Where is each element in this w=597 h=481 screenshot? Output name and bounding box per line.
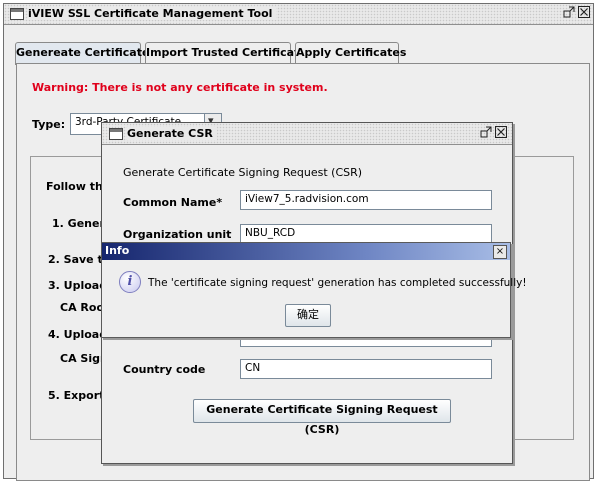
info-dialog-title: Info — [105, 244, 130, 257]
close-icon[interactable] — [577, 6, 591, 20]
restore-icon[interactable] — [562, 6, 576, 20]
info-message: The 'certificate signing request' genera… — [148, 277, 527, 289]
ok-button[interactable]: 确定 — [285, 304, 331, 327]
window-app-icon — [10, 8, 24, 20]
common-name-label: Common Name* — [123, 196, 223, 209]
generate-csr-button[interactable]: Generate Certificate Signing Request (CS… — [193, 399, 451, 436]
organization-unit-label: Organization unit — [123, 228, 232, 241]
type-label: Type: — [32, 118, 66, 131]
main-window-title: iVIEW SSL Certificate Management Tool — [28, 7, 277, 20]
dialog-window-icon — [109, 128, 123, 140]
common-name-field[interactable]: iView7_5.radvision.com — [240, 190, 492, 210]
csr-dialog-title: Generate CSR — [127, 127, 217, 140]
info-dialog: Info × i The 'certificate signing reques… — [101, 242, 527, 338]
close-icon[interactable]: × — [493, 245, 507, 259]
no-certificate-warning: Warning: There is not any certificate in… — [32, 81, 328, 94]
csr-heading: Generate Certificate Signing Request (CS… — [123, 166, 363, 179]
tab-generate-certificates[interactable]: Genereate Certificates — [15, 42, 156, 65]
country-code-label: Country code — [123, 363, 206, 376]
info-title-bar[interactable]: Info × — [102, 243, 510, 260]
main-title-bar[interactable]: iVIEW SSL Certificate Management Tool — [4, 4, 593, 25]
organization-unit-field[interactable]: NBU_RCD — [240, 224, 492, 244]
info-icon: i — [119, 271, 141, 293]
restore-icon[interactable] — [479, 126, 493, 140]
close-icon[interactable] — [494, 126, 508, 140]
tab-import-trusted-certificates[interactable]: Import Trusted Certificates — [145, 42, 313, 64]
csr-title-bar[interactable]: Generate CSR — [102, 123, 512, 145]
country-code-field[interactable]: CN — [240, 359, 492, 379]
tab-apply-certificates[interactable]: Apply Certificates — [295, 42, 406, 64]
